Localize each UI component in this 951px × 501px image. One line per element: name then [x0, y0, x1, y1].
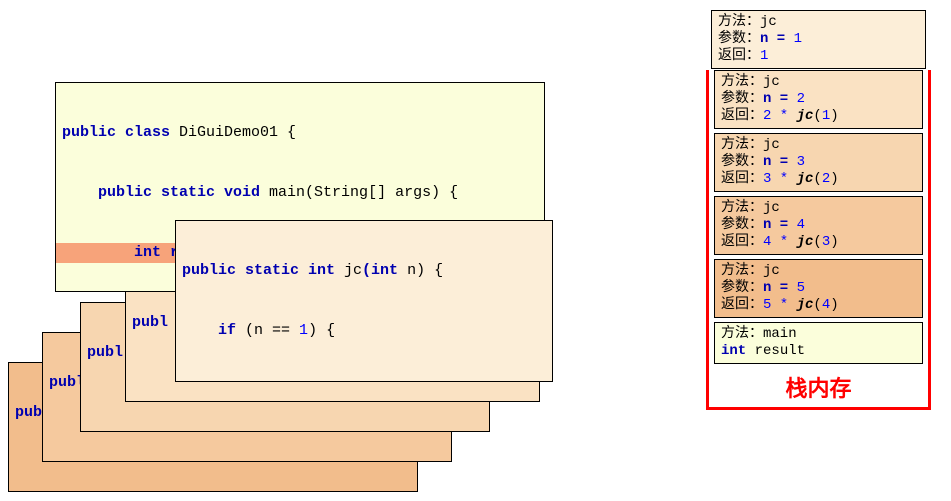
stack-frame-jc-4: 方法：jc 参数：n = 4 返回：4 * jc(3) — [714, 196, 923, 255]
code-frame-jc-top: public static int jc(int n) { if (n == 1… — [175, 220, 553, 382]
stack-memory: 方法：jc 参数：n = 1 返回：1 方法：jc 参数：n = 2 返回：2 … — [706, 10, 931, 410]
stack-border: 方法：jc 参数：n = 2 返回：2 * jc(1) 方法：jc 参数：n =… — [706, 70, 931, 410]
stack-caption: 栈内存 — [709, 368, 928, 407]
stack-frame-jc-2: 方法：jc 参数：n = 2 返回：2 * jc(1) — [714, 70, 923, 129]
stack-frame-jc-3: 方法：jc 参数：n = 3 返回：3 * jc(2) — [714, 133, 923, 192]
code-diagram: publ } publ } publ } publ } public class… — [0, 0, 600, 501]
stack-frame-jc-5: 方法：jc 参数：n = 5 返回：5 * jc(4) — [714, 259, 923, 318]
stack-frame-jc-1: 方法：jc 参数：n = 1 返回：1 — [711, 10, 926, 69]
stack-frame-main: 方法：main int result — [714, 322, 923, 364]
